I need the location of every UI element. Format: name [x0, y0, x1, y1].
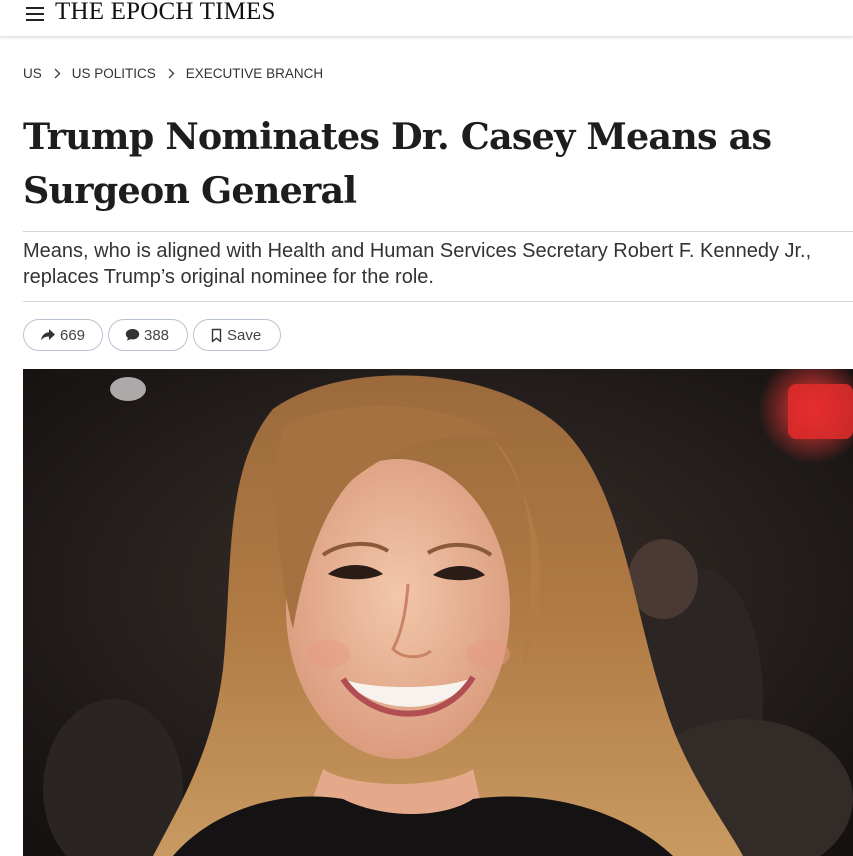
share-count: 669	[60, 326, 86, 344]
save-button[interactable]: Save	[193, 319, 281, 351]
subheadline-divider	[23, 301, 853, 302]
hamburger-menu-icon[interactable]	[26, 6, 46, 22]
article-headline: Trump Nominates Dr. Casey Means as Surge…	[23, 115, 772, 212]
comment-bubble-icon	[125, 329, 140, 341]
top-navigation-bar: THE EPOCH TIMES	[0, 0, 853, 37]
headline-divider	[23, 231, 853, 232]
bookmark-icon	[211, 328, 222, 342]
breadcrumb-item-us[interactable]: US	[23, 66, 42, 81]
save-label: Save	[227, 326, 262, 344]
article-actions: 669 388 Save	[23, 319, 281, 351]
comment-count: 388	[144, 326, 170, 344]
breadcrumb: US US POLITICS EXECUTIVE BRANCH	[23, 66, 323, 81]
site-logo[interactable]: THE EPOCH TIMES	[55, 0, 276, 26]
chevron-right-icon	[42, 68, 72, 79]
breadcrumb-item-executive-branch[interactable]: EXECUTIVE BRANCH	[186, 66, 323, 81]
share-arrow-icon	[41, 329, 55, 341]
chevron-right-icon	[156, 68, 186, 79]
breadcrumb-item-us-politics[interactable]: US POLITICS	[72, 66, 156, 81]
article-subheadline: Means, who is aligned with Health and Hu…	[23, 240, 812, 288]
share-button[interactable]: 669	[23, 319, 103, 351]
comments-button[interactable]: 388	[108, 319, 188, 351]
article-hero-image	[23, 369, 853, 856]
